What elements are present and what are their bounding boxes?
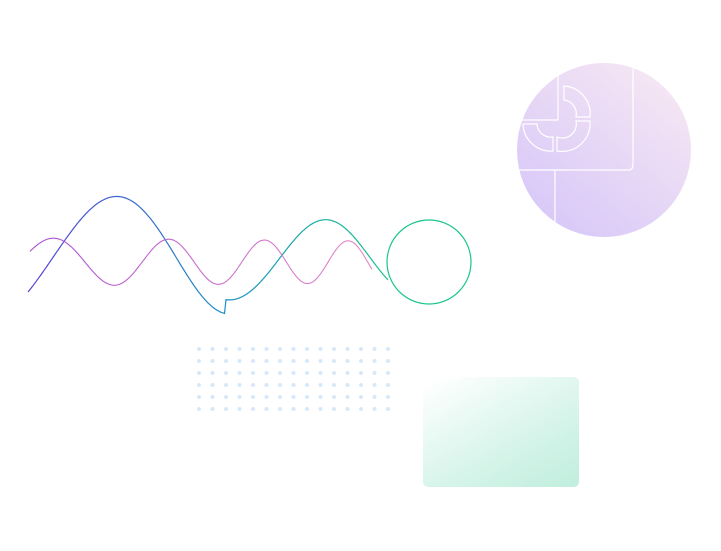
grid-dot: [318, 371, 323, 375]
grid-dot: [372, 371, 377, 375]
grid-dot: [318, 359, 323, 363]
grid-dot: [224, 395, 228, 399]
grid-dot: [197, 407, 201, 411]
grid-dot: [278, 407, 282, 411]
grid-dot: [372, 395, 377, 399]
grid-dot: [264, 359, 269, 363]
grid-dot: [197, 383, 201, 387]
grid-dot: [318, 383, 323, 387]
grid-dot: [372, 359, 377, 363]
grid-dot: [332, 395, 336, 399]
grid-dot: [386, 383, 390, 387]
grid-dot: [251, 359, 255, 363]
grid-dot: [224, 383, 228, 387]
grid-dot: [197, 347, 201, 351]
grid-dot: [264, 383, 269, 387]
grid-dot: [264, 347, 269, 351]
grid-dot: [332, 407, 336, 411]
ring-outline: [386, 219, 472, 305]
grid-dot: [345, 359, 350, 363]
grid-dot: [210, 359, 215, 363]
grid-dot: [251, 407, 255, 411]
grid-dot: [237, 359, 242, 363]
grid-dot: [386, 371, 390, 375]
dot-grid: [197, 347, 390, 411]
grid-dot: [305, 395, 309, 399]
grid-dot: [237, 383, 242, 387]
grid-dot: [345, 395, 350, 399]
grid-dot: [251, 371, 255, 375]
grid-dot: [224, 407, 228, 411]
wave-secondary-line: [29, 237, 373, 286]
grid-dot: [318, 407, 323, 411]
grid-dot: [210, 371, 215, 375]
grid-dot: [345, 347, 350, 351]
grid-dot: [210, 395, 215, 399]
grid-dot: [210, 383, 215, 387]
grid-dot: [264, 407, 269, 411]
wave-primary-line: [27, 195, 389, 315]
grid-dot: [278, 371, 282, 375]
decorative-illustration: [27, 63, 691, 487]
grid-dot: [197, 371, 201, 375]
grid-dot: [291, 395, 296, 399]
grid-dot: [210, 407, 215, 411]
grid-dot: [305, 359, 309, 363]
grid-dot: [237, 395, 242, 399]
grid-dot: [278, 347, 282, 351]
grid-dot: [345, 383, 350, 387]
grid-dot: [305, 371, 309, 375]
grid-dot: [386, 359, 390, 363]
grid-dot: [291, 383, 296, 387]
grid-dot: [332, 383, 336, 387]
grid-dot: [359, 383, 363, 387]
grid-dot: [291, 359, 296, 363]
grid-dot: [386, 395, 390, 399]
grid-dot: [372, 383, 377, 387]
grid-dot: [372, 407, 377, 411]
grid-dot: [224, 347, 228, 351]
grid-dot: [305, 407, 309, 411]
grid-dot: [291, 347, 296, 351]
grid-dot: [237, 407, 242, 411]
gradient-card: [423, 377, 579, 487]
grid-dot: [251, 395, 255, 399]
grid-dot: [291, 407, 296, 411]
grid-dot: [332, 347, 336, 351]
grid-dot: [305, 383, 309, 387]
grid-dot: [305, 347, 309, 351]
grid-dot: [359, 359, 363, 363]
grid-dot: [197, 359, 201, 363]
grid-dot: [386, 407, 390, 411]
grid-dot: [359, 347, 363, 351]
donut-chart-circle-group: [517, 63, 691, 237]
grid-dot: [278, 383, 282, 387]
grid-dot: [345, 407, 350, 411]
grid-dot: [318, 347, 323, 351]
grid-dot: [359, 371, 363, 375]
grid-dot: [332, 359, 336, 363]
grid-dot: [264, 395, 269, 399]
grid-dot: [278, 359, 282, 363]
grid-dot: [372, 347, 377, 351]
grid-dot: [291, 371, 296, 375]
grid-dot: [359, 407, 363, 411]
grid-dot: [237, 371, 242, 375]
grid-dot: [278, 395, 282, 399]
grid-dot: [197, 395, 201, 399]
grid-dot: [224, 371, 228, 375]
grid-dot: [210, 347, 215, 351]
grid-dot: [224, 359, 228, 363]
grid-dot: [386, 347, 390, 351]
grid-dot: [318, 395, 323, 399]
grid-dot: [264, 371, 269, 375]
grid-dot: [345, 371, 350, 375]
grid-dot: [359, 395, 363, 399]
grid-dot: [251, 383, 255, 387]
grid-dot: [332, 371, 336, 375]
grid-dot: [251, 347, 255, 351]
grid-dot: [237, 347, 242, 351]
